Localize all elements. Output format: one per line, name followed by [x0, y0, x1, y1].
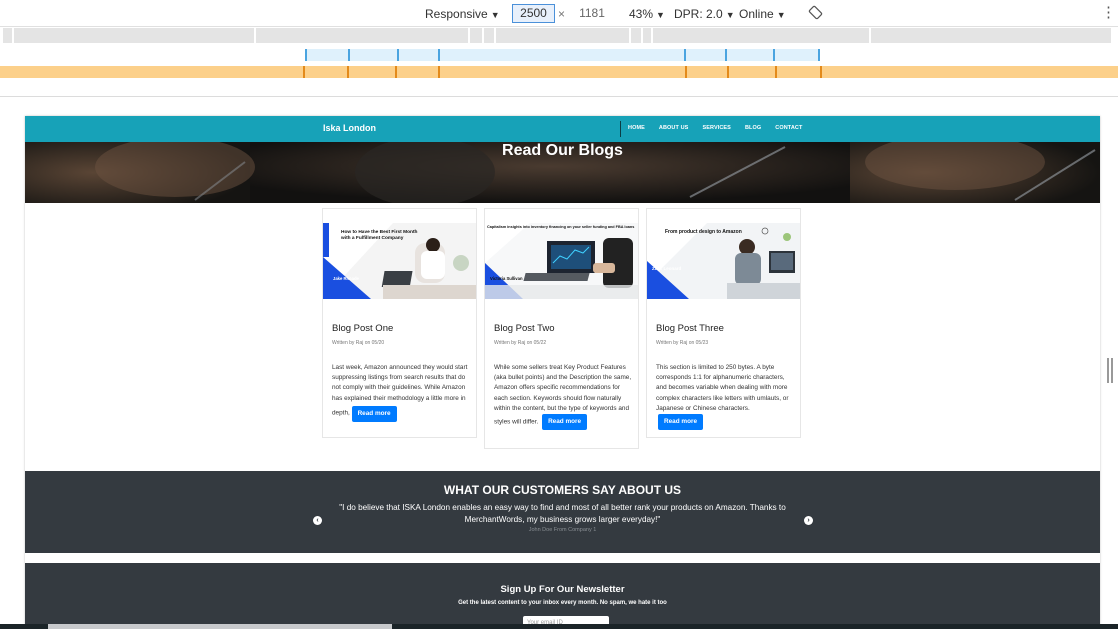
resize-handle[interactable]	[1107, 358, 1113, 383]
blog-post-meta: Written by Raj on 05/20	[332, 340, 385, 346]
nav-divider	[620, 121, 621, 137]
brand-logo[interactable]: Iska London	[323, 123, 376, 133]
bottom-panel-edge	[0, 624, 1118, 629]
throttle-select[interactable]: Online ▼	[739, 6, 786, 22]
nav-link-home[interactable]: HOME	[628, 125, 645, 131]
blog-post-excerpt: Last week, Amazon announced they would s…	[332, 363, 470, 422]
blog-post-title[interactable]: Blog Post One	[332, 323, 393, 334]
blog-post-excerpt: This section is limited to 250 bytes. A …	[656, 363, 794, 431]
device-label: Responsive	[425, 7, 488, 21]
nav-link-about[interactable]: ABOUT US	[659, 125, 689, 131]
image-caption: Victoria Sullivan	[490, 276, 523, 281]
dpr-select[interactable]: DPR: 2.0 ▼	[674, 6, 735, 22]
image-headline: How to Have the Best First Month with a …	[341, 230, 418, 241]
blog-card: How to Have the Best First Month with a …	[322, 208, 477, 438]
read-more-button[interactable]: Read more	[658, 414, 704, 431]
blog-cards: How to Have the Best First Month with a …	[322, 208, 802, 454]
excerpt-text: This section is limited to 250 bytes. A …	[656, 364, 789, 412]
media-query-ruler	[0, 28, 1118, 44]
blog-post-image[interactable]: From product design to Amazon Zack Leona…	[647, 223, 800, 299]
caret-down-icon: ▼	[725, 10, 735, 20]
times-label: ×	[558, 7, 566, 21]
nav-link-contact[interactable]: CONTACT	[775, 125, 802, 131]
rotate-icon[interactable]	[808, 5, 823, 20]
height-input[interactable]: 1181	[573, 4, 611, 23]
page-viewport: Iska London HOME ABOUT US SERVICES BLOG …	[25, 116, 1100, 629]
testimonial-author: John Doe From Company 1	[528, 527, 597, 533]
dpr-label: DPR: 2.0	[674, 7, 723, 21]
blog-card: From product design to Amazon Zack Leona…	[646, 208, 801, 438]
nav-link-blog[interactable]: BLOG	[745, 125, 761, 131]
image-headline: Capitalism insights into inventory finan…	[487, 225, 635, 229]
nav-links: HOME ABOUT US SERVICES BLOG CONTACT	[628, 125, 816, 131]
image-caption: Jake Rhoade	[333, 276, 359, 281]
newsletter-title: Sign Up For Our Newsletter	[500, 584, 625, 595]
newsletter-section: Sign Up For Our Newsletter Get the lates…	[25, 563, 1100, 629]
nav-link-services[interactable]: SERVICES	[702, 125, 731, 131]
blog-post-title[interactable]: Blog Post Two	[494, 323, 555, 334]
blog-post-image[interactable]: How to Have the Best First Month with a …	[323, 223, 476, 299]
max-width-ruler	[0, 66, 1118, 78]
newsletter-subtitle: Get the latest content to your inbox eve…	[458, 600, 667, 606]
hero-banner: Read Our Blogs	[25, 142, 1100, 203]
testimonial-quote: "I do believe that ISKA London enables a…	[339, 503, 786, 524]
image-headline: From product design to Amazon	[665, 229, 742, 235]
ruler-divider	[0, 96, 1118, 97]
blog-card: Capitalism insights into inventory finan…	[484, 208, 639, 449]
testimonials-title: WHAT OUR CUSTOMERS SAY ABOUT US	[443, 483, 682, 497]
device-select[interactable]: Responsive ▼	[425, 6, 500, 22]
image-caption: Zack Leonard	[652, 266, 682, 271]
site-navbar: Iska London HOME ABOUT US SERVICES BLOG …	[25, 116, 1100, 142]
more-options-icon[interactable]: ⋮	[1101, 4, 1116, 22]
device-toolbar: Responsive ▼ 2500 × 1181 43% ▼ DPR: 2.0 ▼ O…	[0, 0, 1118, 27]
chevron-left-icon[interactable]: ‹	[313, 516, 322, 525]
zoom-label: 43%	[629, 7, 654, 21]
blog-post-meta: Written by Raj on 05/23	[656, 340, 709, 346]
caret-down-icon: ▼	[490, 10, 500, 20]
blog-post-excerpt: While some sellers treat Key Product Fea…	[494, 363, 632, 431]
hero-title: Read Our Blogs	[502, 142, 623, 159]
min-width-ruler	[0, 48, 1118, 62]
zoom-select[interactable]: 43% ▼	[629, 6, 665, 22]
blog-post-title[interactable]: Blog Post Three	[656, 323, 724, 334]
testimonials-section: WHAT OUR CUSTOMERS SAY ABOUT US "I do be…	[25, 471, 1100, 553]
blog-post-meta: Written by Raj on 05/22	[494, 340, 547, 346]
blog-post-image[interactable]: Capitalism insights into inventory finan…	[485, 223, 638, 299]
caret-down-icon: ▼	[776, 10, 786, 20]
network-label: Online	[739, 7, 774, 21]
read-more-button[interactable]: Read more	[542, 414, 588, 431]
caret-down-icon: ▼	[656, 10, 665, 20]
chevron-right-icon[interactable]: ›	[804, 516, 813, 525]
width-input[interactable]: 2500	[512, 4, 555, 23]
read-more-button[interactable]: Read more	[351, 405, 397, 422]
